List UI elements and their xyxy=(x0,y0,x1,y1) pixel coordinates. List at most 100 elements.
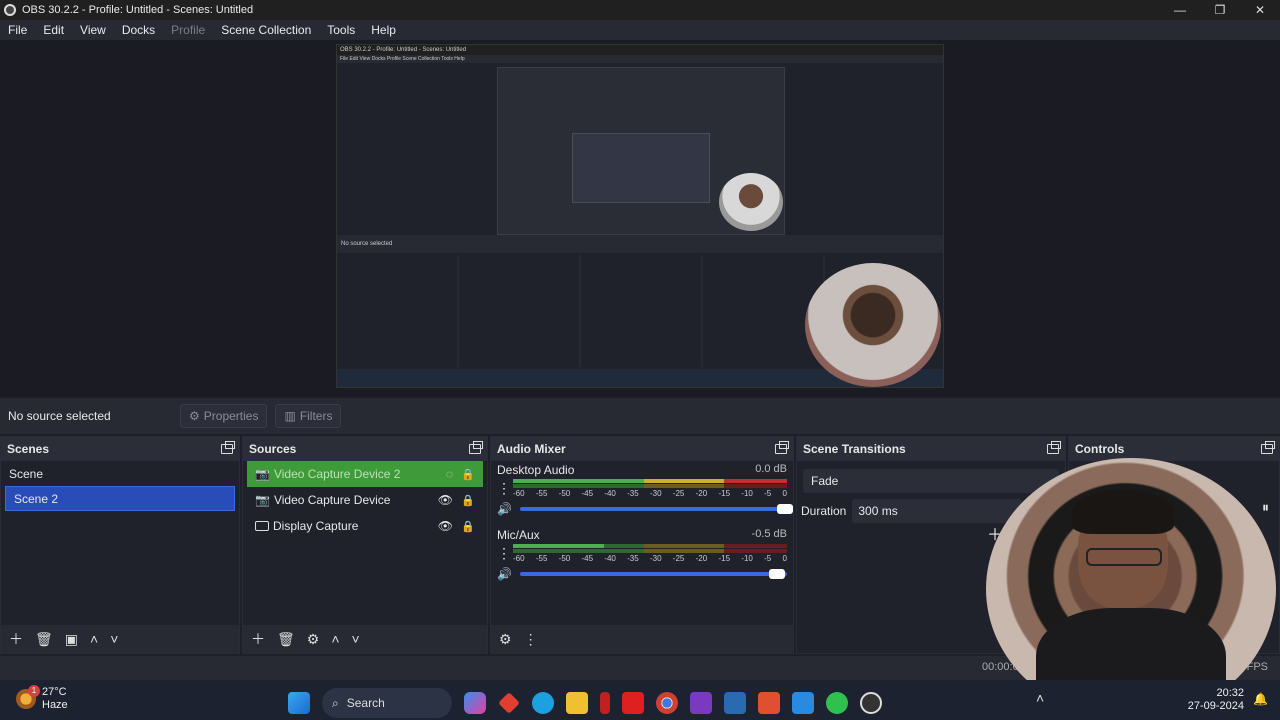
taskbar-clock[interactable]: 20:32 27-09-2024 xyxy=(1188,687,1244,713)
monitor-icon xyxy=(255,521,269,531)
scenes-header: Scenes xyxy=(1,437,239,461)
lock-icon[interactable]: 🔒 xyxy=(461,494,475,507)
slider-knob[interactable] xyxy=(768,569,785,579)
eye-icon[interactable]: 👁 xyxy=(438,519,453,533)
gear-icon: ⚙ xyxy=(189,409,200,423)
eye-icon[interactable]: 👁 xyxy=(438,493,453,507)
menu-docks[interactable]: Docks xyxy=(114,23,163,37)
channel-name: Desktop Audio xyxy=(497,463,575,477)
meter-scale: -60 -55 -50 -45 -40 -35 -30 -25 -20 -15 -10 -5 0 xyxy=(513,554,787,563)
preview-nested-capture: OBS 30.2.2 - Profile: Untitled - Scenes:… xyxy=(336,44,944,388)
channel-menu-icon[interactable]: ⋮ xyxy=(497,480,511,497)
window-controls: — ❐ ✕ xyxy=(1160,0,1280,20)
weather-temp: 27°C xyxy=(42,686,67,698)
transition-select[interactable]: Fade xyxy=(803,469,1059,493)
windows-start-icon[interactable] xyxy=(288,692,310,714)
source-item[interactable]: Display Capture 👁 🔒 xyxy=(247,513,483,539)
eye-hidden-icon[interactable]: ◌ xyxy=(446,467,453,481)
volume-slider[interactable] xyxy=(519,569,787,579)
pause-icon[interactable]: ⏸ xyxy=(1262,499,1269,516)
channel-db: 0.0 dB xyxy=(755,463,787,475)
add-source-icon[interactable]: ＋ xyxy=(251,629,265,649)
close-button[interactable]: ✕ xyxy=(1240,0,1280,20)
slider-knob[interactable] xyxy=(777,504,793,514)
move-up-icon[interactable]: ˄ xyxy=(331,631,339,647)
speaker-icon[interactable]: 🔊 xyxy=(497,502,512,516)
duration-input[interactable]: 300 ms xyxy=(852,499,1023,523)
mixer-footer: ⚙ ⋮ xyxy=(491,625,793,653)
window-title: OBS 30.2.2 - Profile: Untitled - Scenes:… xyxy=(22,4,254,16)
tray-chevron-icon[interactable]: ˄ xyxy=(1036,690,1044,706)
menu-help[interactable]: Help xyxy=(363,23,404,37)
menu-scene-collection[interactable]: Scene Collection xyxy=(213,23,319,37)
source-item[interactable]: 📷 Video Capture Device 👁 🔒 xyxy=(247,487,483,513)
audio-mixer-dock: Audio Mixer Desktop Audio 0.0 dB ⋮ -60 -5… xyxy=(490,436,794,654)
mixer-channel: Desktop Audio 0.0 dB ⋮ -60 -55 -50 -45 -40 -3… xyxy=(491,461,793,518)
add-scene-icon[interactable]: ＋ xyxy=(9,629,23,649)
volume-meter: -60 -55 -50 -45 -40 -35 -30 -25 -20 -15 -10 -5 0 xyxy=(513,479,788,498)
vscode-icon[interactable] xyxy=(792,692,814,714)
remove-source-icon[interactable]: 🗑 xyxy=(277,631,295,648)
source-properties-icon[interactable]: ⚙ xyxy=(307,631,320,648)
file-explorer-icon[interactable] xyxy=(566,692,588,714)
move-down-icon[interactable]: ˅ xyxy=(110,631,118,647)
weather-widget[interactable]: 1 27°C Haze xyxy=(16,685,68,712)
app-red-icon[interactable] xyxy=(498,692,520,714)
mixer-menu-icon[interactable]: ⋮ xyxy=(524,631,538,648)
maximize-button[interactable]: ❐ xyxy=(1200,0,1240,20)
lock-icon[interactable]: 🔒 xyxy=(461,520,475,533)
nested-source-bar: No source selected xyxy=(337,235,943,253)
weather-desc: Haze xyxy=(42,699,68,711)
speaker-icon[interactable]: 🔊 xyxy=(497,567,512,581)
undock-icon[interactable] xyxy=(469,441,483,454)
obs-app-icon xyxy=(4,4,16,16)
meter-scale: -60 -55 -50 -45 -40 -35 -30 -25 -20 -15 -10 -5 0 xyxy=(513,489,787,498)
scene-filter-icon[interactable]: ▣ xyxy=(65,631,78,648)
undock-icon[interactable] xyxy=(1261,441,1275,454)
nested-webcam-small xyxy=(719,173,783,231)
menu-file[interactable]: File xyxy=(0,23,35,37)
taskbar: 1 27°C Haze ⌕ Search ˄ 20:32 27-09-2024 … xyxy=(0,680,1280,720)
sources-dock: Sources 📷 Video Capture Device 2 ◌ 🔒 📷 V… xyxy=(242,436,488,654)
app-icon-red[interactable] xyxy=(600,692,610,714)
obs-taskbar-icon[interactable] xyxy=(860,692,882,714)
menu-tools[interactable]: Tools xyxy=(319,23,363,37)
undock-icon[interactable] xyxy=(775,441,789,454)
volume-slider[interactable] xyxy=(519,504,793,514)
source-item-selected[interactable]: 📷 Video Capture Device 2 ◌ 🔒 xyxy=(247,461,483,487)
channel-menu-icon[interactable]: ⋮ xyxy=(497,545,511,562)
minimize-button[interactable]: — xyxy=(1160,0,1200,20)
menu-profile[interactable]: Profile xyxy=(163,23,213,37)
app-blue-icon[interactable] xyxy=(724,692,746,714)
move-up-icon[interactable]: ˄ xyxy=(90,631,98,647)
advanced-audio-icon[interactable]: ⚙ xyxy=(499,631,512,648)
scene-item[interactable]: Scene xyxy=(1,461,239,486)
youtube-icon[interactable] xyxy=(622,692,644,714)
transition-value: Fade xyxy=(811,474,839,488)
brave-icon[interactable] xyxy=(758,692,780,714)
nested-webcam xyxy=(805,263,941,387)
scenes-dock: Scenes Scene Scene 2 ＋ 🗑 ▣ ˄ ˅ xyxy=(0,436,240,654)
remove-scene-icon[interactable]: 🗑 xyxy=(35,631,53,648)
title-bar: OBS 30.2.2 - Profile: Untitled - Scenes:… xyxy=(0,0,1280,20)
copilot-icon[interactable] xyxy=(464,692,486,714)
bell-icon[interactable]: 🔔 xyxy=(1253,692,1268,706)
scene-item-selected[interactable]: Scene 2 xyxy=(5,486,235,511)
meter-bar-bottom xyxy=(513,484,788,488)
undock-icon[interactable] xyxy=(1047,441,1061,454)
whatsapp-icon[interactable] xyxy=(826,692,848,714)
edge-browser-icon[interactable] xyxy=(532,692,554,714)
properties-button[interactable]: ⚙ Properties xyxy=(180,404,268,428)
move-down-icon[interactable]: ˅ xyxy=(352,631,360,647)
menu-edit[interactable]: Edit xyxy=(35,23,72,37)
source-label: Video Capture Device 2 xyxy=(273,467,401,481)
lock-icon[interactable]: 🔒 xyxy=(461,468,475,481)
menu-view[interactable]: View xyxy=(72,23,114,37)
undock-icon[interactable] xyxy=(221,441,235,454)
taskbar-search[interactable]: ⌕ Search xyxy=(322,688,452,718)
chrome-icon[interactable] xyxy=(656,692,678,714)
filters-button[interactable]: ▥ Filters xyxy=(275,404,342,428)
onenote-icon[interactable] xyxy=(690,692,712,714)
taskbar-icons: ⌕ Search xyxy=(288,688,882,718)
mixer-channel: Mic/Aux -0.5 dB ⋮ -60 -55 -50 -45 -40 -35 -30-… xyxy=(491,526,793,583)
